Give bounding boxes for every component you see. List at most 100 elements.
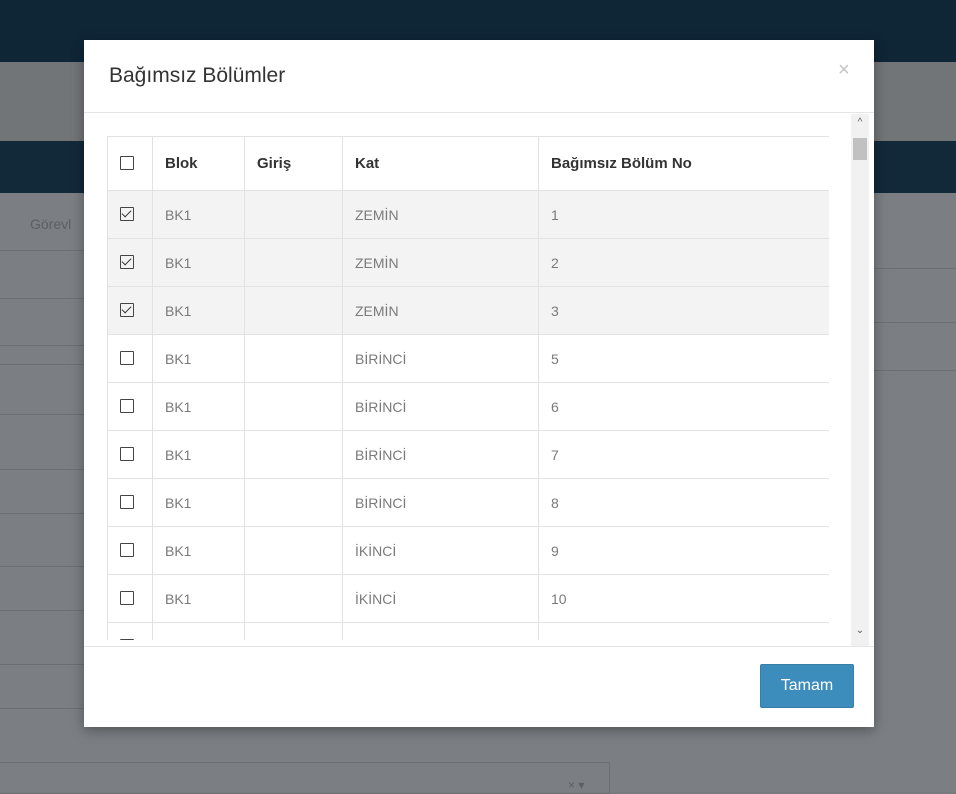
cell-giris [244, 382, 343, 431]
select-all-cell [107, 136, 153, 191]
cell-kat: BİRİNCİ [342, 430, 539, 479]
row-checkbox[interactable] [120, 495, 134, 509]
cell-blok: BK1 [152, 574, 245, 623]
cell-kat: ZEMİN [342, 238, 539, 287]
table-row[interactable]: BK1 ZEMİN 1 [107, 190, 829, 239]
cell-kat: İKİNCİ [342, 526, 539, 575]
background-divider [872, 370, 956, 371]
row-checkbox[interactable] [120, 639, 134, 640]
modal-footer-divider [84, 646, 874, 647]
background-divider [0, 610, 84, 611]
table-row[interactable]: BK1 İKİNCİ 9 [107, 526, 829, 575]
row-checkbox-cell [107, 334, 153, 383]
cell-kat: BİRİNCİ [342, 478, 539, 527]
background-task-label: Görevl [30, 216, 72, 232]
background-divider [872, 268, 956, 269]
background-divider [0, 513, 84, 514]
table-scroll-area[interactable]: Blok Giriş Kat Bağımsız Bölüm No BK1 ZEMİ… [107, 136, 829, 640]
scroll-down-icon[interactable]: ⌄ [851, 624, 869, 638]
table-row[interactable]: BK1 İKİNCİ 10 [107, 574, 829, 623]
cell-bolum-no [538, 622, 829, 640]
select-all-checkbox[interactable] [120, 155, 134, 170]
row-checkbox-cell [107, 382, 153, 431]
cell-kat [342, 622, 539, 640]
cell-giris [244, 574, 343, 623]
row-checkbox[interactable] [120, 255, 134, 269]
row-checkbox-cell [107, 430, 153, 479]
cell-blok: BK1 [152, 286, 245, 335]
background-divider [872, 322, 956, 323]
cell-giris [244, 622, 343, 640]
background-divider [0, 664, 84, 665]
cell-kat: BİRİNCİ [342, 334, 539, 383]
cell-giris [244, 430, 343, 479]
cell-bolum-no: 9 [538, 526, 829, 575]
column-header-blok[interactable]: Blok [152, 136, 245, 191]
cell-blok: BK1 [152, 526, 245, 575]
cell-blok: BK1 [152, 478, 245, 527]
column-header-kat[interactable]: Kat [342, 136, 539, 191]
row-checkbox[interactable] [120, 351, 134, 365]
background-divider [0, 566, 84, 567]
row-checkbox[interactable] [120, 591, 134, 605]
table-row[interactable] [107, 622, 829, 640]
background-select [0, 762, 610, 794]
cell-blok: BK1 [152, 334, 245, 383]
ok-button[interactable]: Tamam [760, 664, 854, 708]
cell-bolum-no: 2 [538, 238, 829, 287]
cell-bolum-no: 7 [538, 430, 829, 479]
column-header-giris[interactable]: Giriş [244, 136, 343, 191]
table-scrollbar[interactable]: ^ ⌄ [851, 114, 869, 646]
cell-giris [244, 526, 343, 575]
row-checkbox[interactable] [120, 303, 134, 317]
cell-bolum-no: 3 [538, 286, 829, 335]
row-checkbox-cell [107, 526, 153, 575]
background-divider [0, 469, 84, 470]
scroll-up-icon[interactable]: ^ [851, 116, 869, 130]
cell-bolum-no: 5 [538, 334, 829, 383]
background-select-icons: × ▾ [568, 778, 585, 792]
row-checkbox-cell [107, 190, 153, 239]
table-row[interactable]: BK1 ZEMİN 3 [107, 286, 829, 335]
scrollbar-thumb[interactable] [853, 138, 867, 160]
cell-kat: ZEMİN [342, 286, 539, 335]
units-table: Blok Giriş Kat Bağımsız Bölüm No BK1 ZEMİ… [107, 136, 829, 640]
table-row[interactable]: BK1 BİRİNCİ 7 [107, 430, 829, 479]
cell-giris [244, 478, 343, 527]
cell-blok: BK1 [152, 238, 245, 287]
cell-blok: BK1 [152, 190, 245, 239]
row-checkbox-cell [107, 574, 153, 623]
cell-kat: BİRİNCİ [342, 382, 539, 431]
cell-blok [152, 622, 245, 640]
row-checkbox-cell [107, 478, 153, 527]
cell-giris [244, 238, 343, 287]
table-row[interactable]: BK1 BİRİNCİ 8 [107, 478, 829, 527]
row-checkbox[interactable] [120, 399, 134, 413]
background-divider [0, 364, 84, 365]
cell-bolum-no: 8 [538, 478, 829, 527]
cell-kat: ZEMİN [342, 190, 539, 239]
row-checkbox[interactable] [120, 447, 134, 461]
cell-bolum-no: 10 [538, 574, 829, 623]
row-checkbox[interactable] [120, 207, 134, 221]
close-icon[interactable]: × [838, 60, 850, 80]
cell-blok: BK1 [152, 430, 245, 479]
column-header-bolum-no[interactable]: Bağımsız Bölüm No [538, 136, 829, 191]
background-divider [0, 345, 84, 346]
cell-giris [244, 190, 343, 239]
table-row[interactable]: BK1 BİRİNCİ 6 [107, 382, 829, 431]
row-checkbox-cell [107, 286, 153, 335]
table-row[interactable]: BK1 BİRİNCİ 5 [107, 334, 829, 383]
table-row[interactable]: BK1 ZEMİN 2 [107, 238, 829, 287]
row-checkbox-cell [107, 238, 153, 287]
cell-bolum-no: 1 [538, 190, 829, 239]
cell-bolum-no: 6 [538, 382, 829, 431]
row-checkbox[interactable] [120, 543, 134, 557]
background-divider [0, 414, 84, 415]
table-header-row: Blok Giriş Kat Bağımsız Bölüm No [107, 136, 829, 191]
background-divider [0, 250, 84, 251]
cell-kat: İKİNCİ [342, 574, 539, 623]
background-divider [0, 708, 84, 709]
cell-giris [244, 334, 343, 383]
cell-blok: BK1 [152, 382, 245, 431]
